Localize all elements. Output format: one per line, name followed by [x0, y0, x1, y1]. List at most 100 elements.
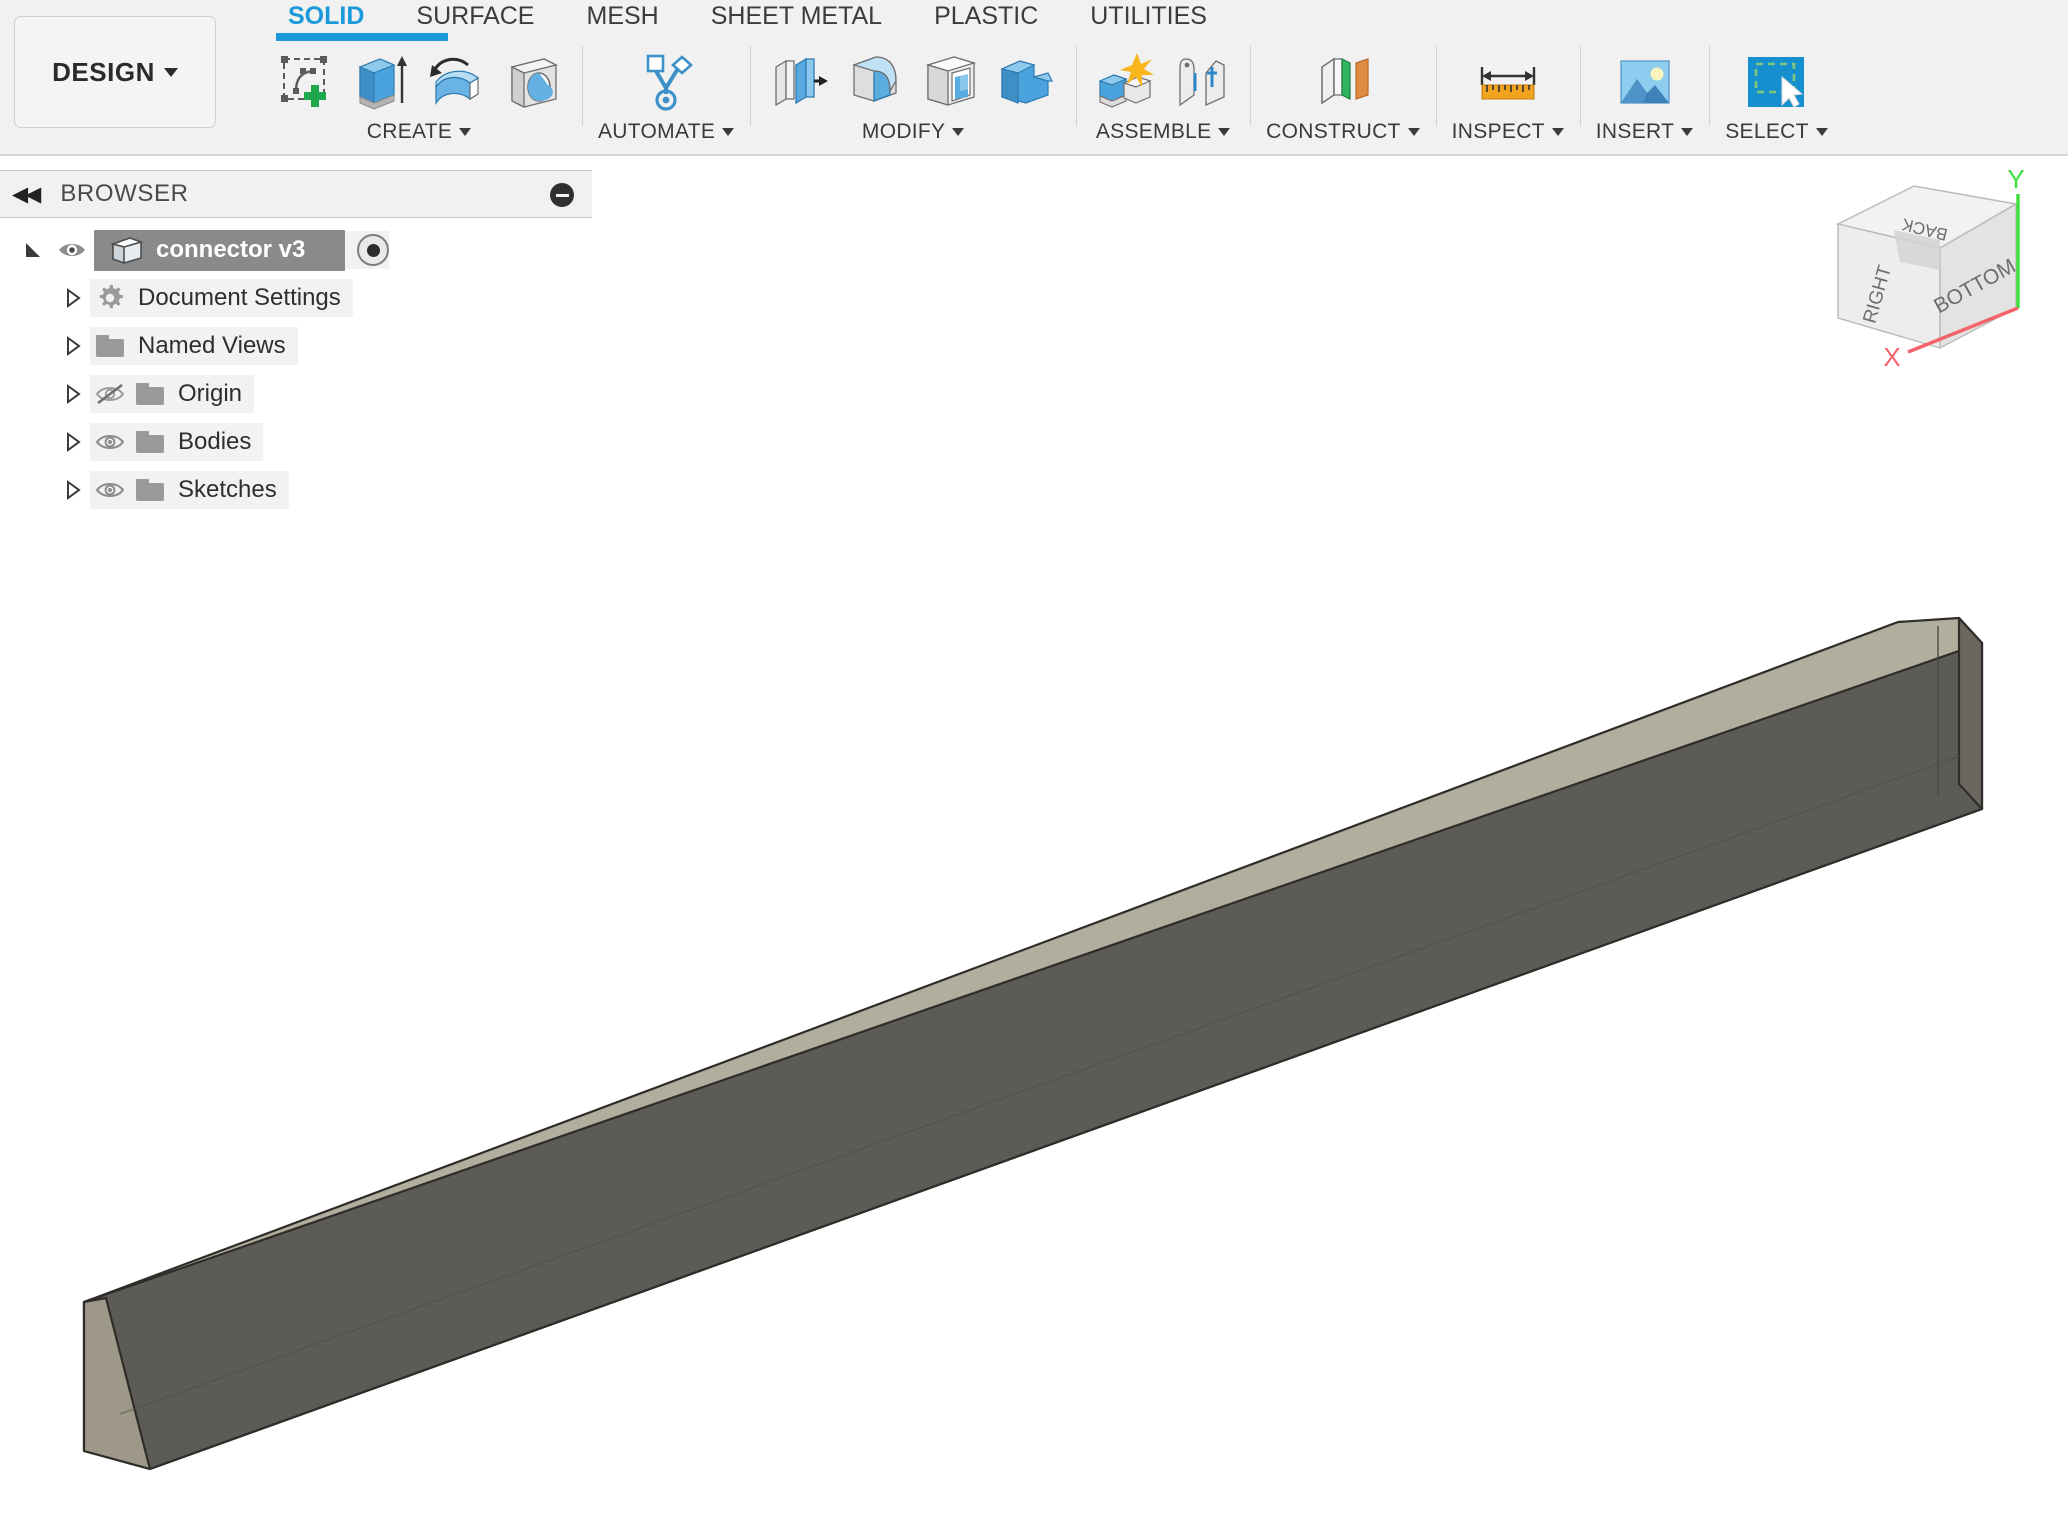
- ribbon-panel-modify: MODIFY: [750, 36, 1076, 152]
- fusion360-application: DESIGN SOLID SURFACE MESH SHEET METAL PL…: [0, 0, 2068, 1520]
- tab-sheet-metal-label: SHEET METAL: [711, 2, 882, 30]
- automated-modeling-icon: [634, 50, 698, 114]
- panel-title-select-label: SELECT: [1725, 120, 1809, 143]
- visibility-toggle-connector-v3[interactable]: [50, 239, 94, 261]
- expand-triangle-icon[interactable]: [16, 239, 50, 261]
- chevron-down-icon: [1681, 128, 1693, 136]
- ribbon-panel-inspect: INSPECT: [1436, 36, 1580, 152]
- expand-triangle-icon[interactable]: [56, 479, 90, 501]
- tree-label-document-settings: Document Settings: [130, 284, 341, 312]
- chevron-down-icon: [164, 68, 178, 77]
- chevron-down-icon: [459, 128, 471, 136]
- chevron-down-icon: [1816, 128, 1828, 136]
- axis-x-label: X: [1883, 342, 1900, 372]
- offset-plane-button[interactable]: [1307, 46, 1379, 118]
- insert-image-button[interactable]: [1609, 46, 1681, 118]
- panel-title-select[interactable]: SELECT: [1725, 120, 1828, 144]
- browser-panel: ◀◀ BROWSER: [0, 170, 592, 518]
- tree-row-origin[interactable]: Origin: [90, 375, 254, 413]
- tree-row-bodies[interactable]: Bodies: [90, 423, 263, 461]
- tab-solid-label: SOLID: [288, 2, 364, 30]
- tree-item-sketches[interactable]: Sketches: [0, 470, 592, 510]
- panel-title-construct[interactable]: CONSTRUCT: [1266, 120, 1420, 144]
- tree-row-sketches[interactable]: Sketches: [90, 471, 289, 509]
- joint-button[interactable]: [1168, 46, 1234, 118]
- eye-visible-icon: [57, 239, 87, 261]
- tab-plastic[interactable]: PLASTIC: [908, 0, 1064, 31]
- shell-icon: [920, 51, 982, 113]
- visibility-toggle-origin[interactable]: [90, 382, 130, 406]
- press-pull-button[interactable]: [766, 46, 832, 118]
- panel-title-inspect[interactable]: INSPECT: [1452, 120, 1564, 144]
- model-face-right-end: [1959, 618, 1982, 809]
- gear-icon-wrap: [90, 283, 130, 313]
- expand-triangle-icon[interactable]: [56, 431, 90, 453]
- tab-sheet-metal[interactable]: SHEET METAL: [685, 0, 908, 31]
- tree-label-connector-v3: connector v3: [156, 236, 305, 264]
- tree-item-document-settings[interactable]: Document Settings: [0, 278, 592, 318]
- combine-button[interactable]: [994, 46, 1060, 118]
- viewcube[interactable]: BACK RIGHT BOTTOM Y X: [1828, 166, 2058, 376]
- panel-title-automate[interactable]: AUTOMATE: [598, 120, 734, 144]
- workspace-selector-label: DESIGN: [52, 57, 155, 88]
- visibility-toggle-bodies[interactable]: [90, 430, 130, 454]
- panel-title-assemble[interactable]: ASSEMBLE: [1096, 120, 1231, 144]
- folder-icon-wrap: [90, 333, 130, 359]
- ribbon-panel-create: CREATE: [256, 36, 582, 152]
- tree-row-connector-v3[interactable]: connector v3: [94, 231, 389, 269]
- eye-hidden-icon: [95, 382, 125, 406]
- extrude-button[interactable]: [348, 46, 414, 118]
- chevron-down-icon: [1408, 128, 1420, 136]
- hole-button[interactable]: [500, 46, 566, 118]
- panel-title-create[interactable]: CREATE: [367, 120, 471, 144]
- activate-component-radio[interactable]: [357, 234, 389, 266]
- expand-triangle-icon[interactable]: [56, 287, 90, 309]
- tab-solid[interactable]: SOLID: [262, 0, 390, 31]
- tab-mesh[interactable]: MESH: [561, 0, 685, 31]
- tab-surface-label: SURFACE: [416, 2, 534, 30]
- tree-row-named-views[interactable]: Named Views: [90, 327, 298, 365]
- expand-triangle-icon[interactable]: [56, 383, 90, 405]
- minimize-circle-icon[interactable]: [550, 183, 574, 207]
- panel-title-modify[interactable]: MODIFY: [862, 120, 964, 144]
- create-sketch-button[interactable]: [272, 46, 338, 118]
- panel-title-insert[interactable]: INSERT: [1596, 120, 1693, 144]
- tree-item-origin[interactable]: Origin: [0, 374, 592, 414]
- expand-triangle-icon[interactable]: [56, 335, 90, 357]
- workspace-selector-design[interactable]: DESIGN: [14, 16, 216, 128]
- visibility-toggle-sketches[interactable]: [90, 478, 130, 502]
- tree-row-document-settings[interactable]: Document Settings: [90, 279, 353, 317]
- model-face-front: [84, 643, 1982, 1469]
- panel-title-modify-label: MODIFY: [862, 120, 945, 143]
- ribbon-panel-select: SELECT: [1709, 36, 1844, 152]
- panel-title-create-label: CREATE: [367, 120, 452, 143]
- folder-icon-wrap: [130, 429, 170, 455]
- eye-visible-icon: [95, 430, 125, 454]
- tree-item-named-views[interactable]: Named Views: [0, 326, 592, 366]
- automated-modeling-button[interactable]: [630, 46, 702, 118]
- tree-label-named-views: Named Views: [130, 332, 286, 360]
- new-component-button[interactable]: [1092, 46, 1158, 118]
- tab-utilities[interactable]: UTILITIES: [1064, 0, 1233, 31]
- revolve-button[interactable]: [424, 46, 490, 118]
- measure-button[interactable]: [1472, 46, 1544, 118]
- tree-item-bodies[interactable]: Bodies: [0, 422, 592, 462]
- create-sketch-icon: [275, 52, 335, 112]
- fillet-button[interactable]: [842, 46, 908, 118]
- tab-surface[interactable]: SURFACE: [390, 0, 560, 31]
- select-window-button[interactable]: [1740, 46, 1812, 118]
- workspace-tab-strip: SOLID SURFACE MESH SHEET METAL PLASTIC U…: [262, 0, 1233, 36]
- offset-plane-icon: [1310, 51, 1376, 113]
- browser-header: ◀◀ BROWSER: [0, 170, 592, 218]
- ribbon-panel-automate: AUTOMATE: [582, 36, 750, 152]
- ribbon-panel-insert: INSERT: [1580, 36, 1709, 152]
- tree-item-connector-v3[interactable]: connector v3: [0, 230, 592, 270]
- revolve-icon: [426, 51, 488, 113]
- folder-icon: [134, 429, 166, 455]
- shell-button[interactable]: [918, 46, 984, 118]
- folder-icon-wrap: [130, 477, 170, 503]
- panel-title-automate-label: AUTOMATE: [598, 120, 715, 143]
- double-chevron-left-icon[interactable]: ◀◀: [12, 184, 38, 205]
- combine-icon: [996, 51, 1058, 113]
- extrude-icon: [350, 51, 412, 113]
